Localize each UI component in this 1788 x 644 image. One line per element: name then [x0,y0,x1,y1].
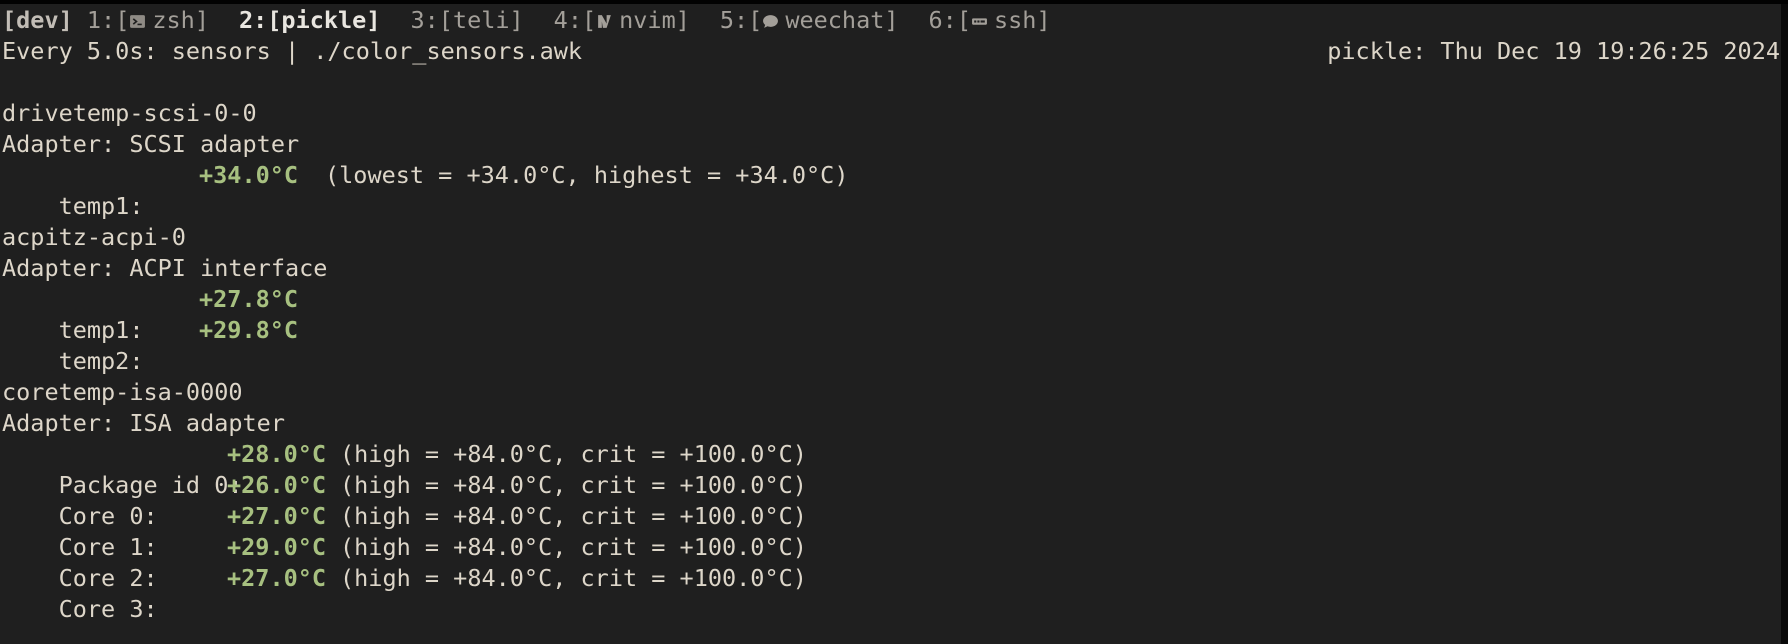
terminal-icon [130,15,146,28]
sensor-row: Core 0: +26.0°C (high = +84.0°C, crit = … [2,470,1772,530]
window-name: zsh [152,6,195,34]
window-index: 1: [86,6,116,34]
sensor-row: Core 2: +29.0°C (high = +84.0°C, crit = … [2,532,1772,592]
sensor-label: temp2: [58,347,144,375]
window-top-edge [0,0,1788,4]
ssh-icon [972,18,987,25]
temperature-value: +28.0°C [227,440,327,468]
neovim-icon [598,15,611,28]
host-clock: pickle: Thu Dec 19 19:26:25 2024 [1327,37,1780,65]
chat-bubble-icon [763,15,779,28]
temperature-thresholds: (high = +84.0°C, crit = +100.0°C) [340,564,807,592]
temperature-thresholds: (high = +84.0°C, crit = +100.0°C) [340,440,807,468]
window-index: 3: [410,6,439,34]
temperature-value: +26.0°C [227,471,327,499]
temperature-value: +29.8°C [199,316,299,344]
window-tab-ssh[interactable]: 6:[ssh] [929,6,1051,34]
window-tab-weechat[interactable]: 5:[weechat] [720,6,899,34]
window-right-edge [1781,4,1788,644]
temperature-value: +29.0°C [227,533,327,561]
temperature-value: +27.0°C [227,564,327,592]
temperature-value: +27.8°C [199,285,299,313]
adapter-line: Adapter: ACPI interface [2,254,328,282]
window-index: 6: [928,6,957,34]
temperature-value: +34.0°C [199,161,299,189]
chip-name: coretemp-isa-0000 [2,378,243,406]
sensor-row: temp1: +34.0°C (lowest = +34.0°C, highes… [2,160,1772,220]
temperature-thresholds: (high = +84.0°C, crit = +100.0°C) [340,471,807,499]
temperature-range: (lowest = +34.0°C, highest = +34.0°C) [325,161,849,189]
temperature-value: +27.0°C [227,502,327,530]
window-tab-pickle[interactable]: 2:[pickle] [239,6,381,34]
sensor-row: Core 1: +27.0°C (high = +84.0°C, crit = … [2,501,1772,561]
window-index: 5: [719,6,749,34]
adapter-line: Adapter: ISA adapter [2,409,285,437]
sensor-label: temp1: [58,192,144,220]
window-name: ssh [993,6,1037,34]
window-tab-nvim[interactable]: 4:[nvim] [554,6,690,34]
window-name: weechat [785,6,885,34]
window-tab-zsh[interactable]: 1:[zsh] [87,6,209,34]
window-name: nvim [619,6,676,34]
window-index: 2: [238,6,268,34]
sensor-row: Package id 0: +28.0°C (high = +84.0°C, c… [2,439,1772,499]
window-tab-teli[interactable]: 3:[teli] [410,6,523,34]
chip-name: drivetemp-scsi-0-0 [2,99,257,127]
window-index: 4: [553,6,582,34]
window-name: teli [452,6,510,34]
adapter-line: Adapter: SCSI adapter [2,130,300,158]
sensor-row: temp2: +29.8°C [2,315,1772,375]
temperature-thresholds: (high = +84.0°C, crit = +100.0°C) [340,533,807,561]
watch-header: Every 5.0s: sensors | ./color_sensors.aw… [2,36,1780,67]
temperature-thresholds: (high = +84.0°C, crit = +100.0°C) [340,502,807,530]
sensor-row: temp1: +27.8°C [2,284,1772,344]
watch-command: Every 5.0s: sensors | ./color_sensors.aw… [2,37,583,65]
chip-name: acpitz-acpi-0 [2,223,186,251]
sensor-row: Core 3: +27.0°C (high = +84.0°C, crit = … [2,563,1772,623]
session-name: [dev] [2,6,73,34]
window-name: pickle [281,6,367,34]
sensor-label: Core 3: [58,595,158,623]
sensors-output: drivetemp-scsi-0-0 Adapter: SCSI adapter… [2,98,1772,623]
tmux-status-bar: [dev] 1:[zsh] 2:[pickle] 3:[teli] 4:[nvim] 5… [2,5,1081,36]
